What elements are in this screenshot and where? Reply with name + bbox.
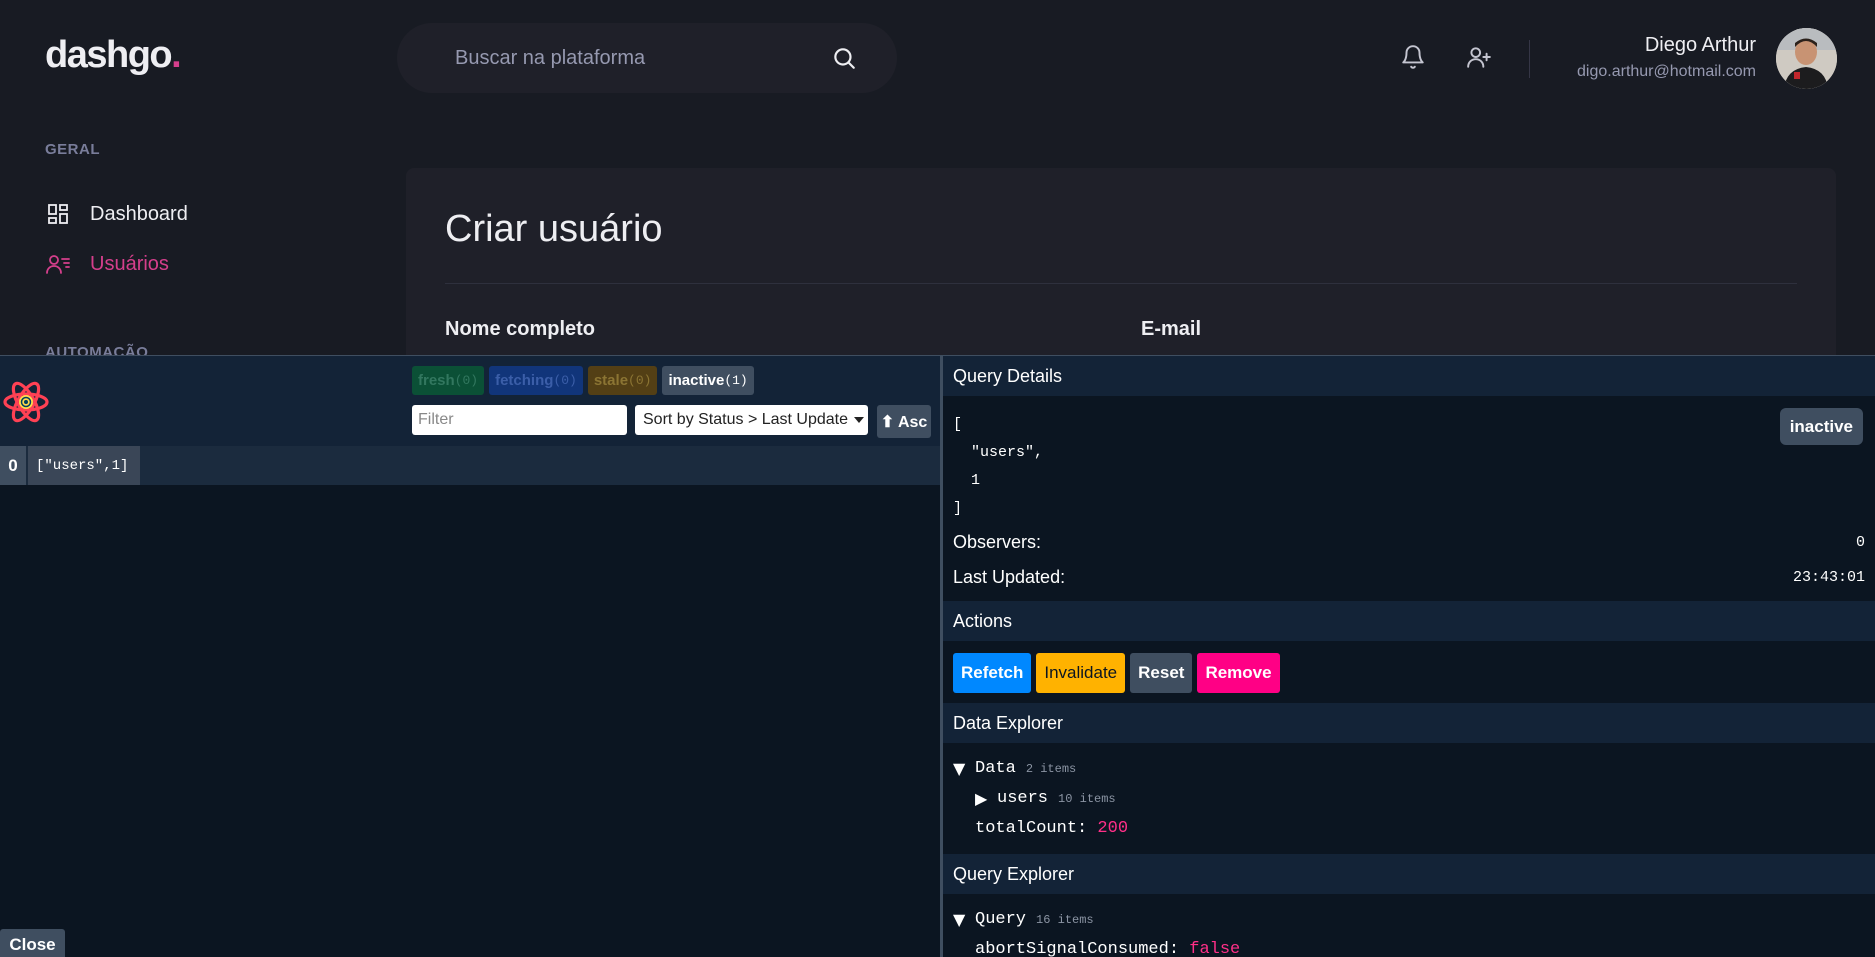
data-explorer-header: Data Explorer: [943, 703, 1875, 743]
node-label: Query: [975, 910, 1027, 929]
badge-count: (0): [628, 373, 652, 388]
fresh-badge: fresh (0): [412, 366, 485, 395]
sort-direction-button[interactable]: ⬆ Asc: [877, 405, 931, 438]
total-count-node: totalCount: 200: [953, 814, 1128, 844]
app-header: dashgo. Diego Arthur digo.arthur@hotmail…: [0, 0, 1875, 118]
sidebar-item-users[interactable]: Usuários: [46, 252, 169, 276]
query-key-line: ]: [953, 500, 963, 517]
users-icon: [46, 255, 70, 274]
dashboard-icon: [48, 204, 68, 224]
badge-label: stale: [593, 372, 629, 389]
page-title: Criar usuário: [445, 208, 663, 250]
badge-count: (0): [454, 373, 479, 388]
badge-count: (1): [724, 373, 748, 388]
create-user-card: Criar usuário Nome completo E-mail: [406, 168, 1836, 368]
notification-bell-icon[interactable]: [1400, 44, 1426, 70]
query-explorer: ▼ Query 16 items abortSignalConsumed: fa…: [953, 905, 1240, 957]
sidebar-item-label: Dashboard: [90, 202, 188, 225]
sidebar-item-dashboard[interactable]: Dashboard: [46, 202, 188, 226]
query-status-badges: fresh (0) fetching (0) stale (0) inactive (1…: [412, 366, 754, 395]
name-field-label: Nome completo: [445, 318, 596, 340]
user-name: Diego Arthur: [1644, 34, 1756, 56]
query-key-line: 1: [953, 472, 981, 489]
logo[interactable]: dashgo.: [45, 34, 182, 77]
collapsed-triangle-icon: ▶: [975, 789, 988, 808]
sidebar-section-general: GERAL: [45, 141, 100, 158]
logo-text: dashgo: [45, 34, 173, 76]
node-label: users: [997, 789, 1049, 808]
filter-input[interactable]: [412, 405, 627, 435]
observers-value: 0: [1855, 534, 1865, 551]
close-devtools-button[interactable]: Close: [0, 929, 65, 957]
query-row[interactable]: 0 ["users",1]: [0, 446, 940, 486]
actions-header: Actions: [943, 601, 1875, 641]
divider: [445, 283, 1797, 284]
query-explorer-header: Query Explorer: [943, 854, 1875, 894]
chevron-down-icon: [854, 417, 865, 423]
data-root-node[interactable]: ▼ Data 2 items: [953, 754, 1128, 784]
last-updated-label: Last Updated:: [953, 567, 1066, 587]
query-details-header: Query Details: [943, 356, 1875, 396]
query-details-pane: Query Details [ "users", 1] inactive Obs…: [940, 356, 1875, 957]
react-query-devtools-panel: fresh (0) fetching (0) stale (0) inactive (1…: [0, 355, 1875, 957]
search-icon[interactable]: [831, 45, 857, 71]
query-key: ["users",1]: [28, 446, 140, 485]
node-info: 10 items: [1058, 792, 1116, 806]
search-input[interactable]: [455, 43, 815, 73]
badge-label: fresh: [418, 372, 455, 389]
inactive-badge: inactive (1): [662, 366, 754, 395]
expanded-triangle-icon: ▼: [953, 759, 966, 778]
add-user-icon[interactable]: [1466, 44, 1492, 70]
node-value: 200: [1097, 819, 1129, 838]
node-label: totalCount:: [975, 819, 1088, 838]
observers-row: Observers: 0: [953, 532, 1865, 553]
react-query-logo-icon[interactable]: [2, 378, 50, 426]
action-buttons: Refetch Invalidate Reset Remove: [953, 653, 1280, 693]
users-node[interactable]: ▶ users 10 items: [953, 784, 1128, 814]
query-observer-count: 0: [0, 446, 26, 485]
node-value: false: [1189, 940, 1241, 957]
avatar[interactable]: [1776, 28, 1837, 89]
reset-button[interactable]: Reset: [1130, 653, 1193, 693]
devtools-toolbar: fresh (0) fetching (0) stale (0) inactive (1…: [0, 356, 940, 446]
node-label: Data: [975, 759, 1016, 778]
logo-dot: .: [171, 34, 182, 76]
sort-select-value: Sort by Status > Last Update: [643, 411, 849, 428]
remove-button[interactable]: Remove: [1197, 653, 1280, 693]
query-key-block: [ "users", 1]: [953, 411, 1043, 523]
last-updated-row: Last Updated: 23:43:01: [953, 567, 1865, 588]
query-key-line: "users",: [953, 444, 1044, 461]
node-info: 2 items: [1025, 762, 1077, 776]
badge-label: inactive: [668, 372, 725, 389]
badge-count: (0): [553, 373, 577, 388]
sidebar-item-label: Usuários: [90, 252, 169, 275]
badge-label: fetching: [495, 372, 554, 389]
user-email: digo.arthur@hotmail.com: [1577, 63, 1756, 80]
search-bar: [397, 23, 897, 93]
data-explorer: ▼ Data 2 items ▶ users 10 items totalCou…: [953, 754, 1128, 844]
query-key-line: [: [953, 416, 963, 433]
query-root-node[interactable]: ▼ Query 16 items: [953, 905, 1240, 935]
refetch-button[interactable]: Refetch: [953, 653, 1032, 693]
email-field-label: E-mail: [1141, 318, 1202, 340]
node-info: 16 items: [1036, 913, 1094, 927]
observers-label: Observers:: [953, 532, 1042, 552]
query-list-pane: fresh (0) fetching (0) stale (0) inactive (1…: [0, 356, 940, 957]
abort-signal-node: abortSignalConsumed: false: [953, 935, 1240, 957]
query-status-badge: inactive: [1779, 408, 1863, 445]
expanded-triangle-icon: ▼: [953, 910, 966, 929]
stale-badge: stale (0): [587, 366, 658, 395]
avatar-photo: [1776, 28, 1837, 89]
header-divider: [1529, 40, 1530, 78]
sort-select[interactable]: Sort by Status > Last Update: [635, 405, 868, 435]
fetching-badge: fetching (0): [489, 366, 583, 395]
last-updated-value: 23:43:01: [1792, 569, 1865, 586]
node-label: abortSignalConsumed:: [975, 940, 1180, 957]
invalidate-button[interactable]: Invalidate: [1036, 653, 1126, 693]
